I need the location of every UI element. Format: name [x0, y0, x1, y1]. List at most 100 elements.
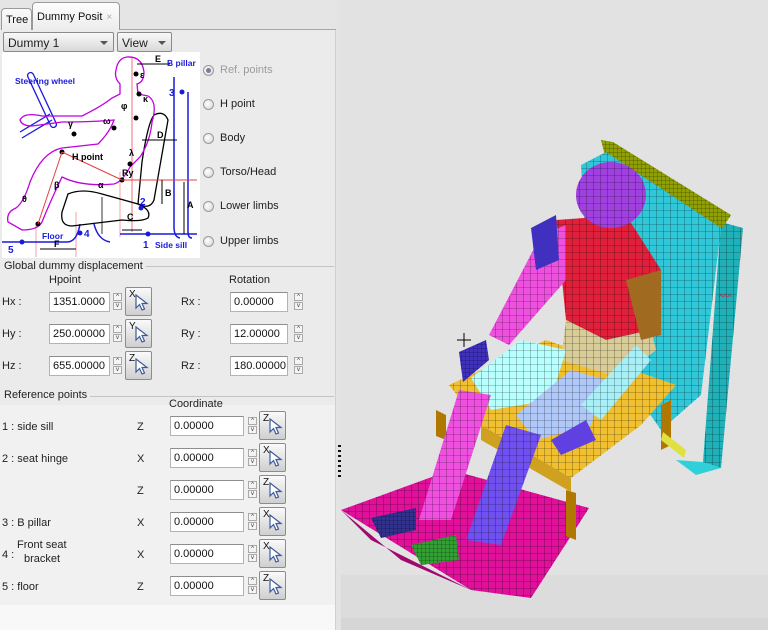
radio-body[interactable]: Body [203, 130, 245, 146]
pointer-icon [269, 546, 283, 563]
view-select[interactable]: View [117, 32, 172, 52]
spin-down-icon[interactable]: v [248, 490, 257, 498]
pick-hpoint-button[interactable]: Z [125, 351, 152, 380]
dummy-position-panel: Tree Dummy Posit × Dummy 1 View Steering… [0, 0, 336, 630]
radio-torso-head[interactable]: Torso/Head [203, 164, 276, 180]
tab-dummy-posit-label: Dummy Posit [37, 11, 103, 23]
tab-tree[interactable]: Tree [1, 8, 32, 30]
label-gamma: γ [68, 119, 73, 129]
label-b: B [165, 188, 172, 198]
pick-ref-point-button[interactable]: X [259, 443, 286, 472]
spinner[interactable]: ^ v [294, 325, 303, 343]
ref-coordinate-input[interactable]: 0.00000 [170, 416, 244, 436]
ref-coordinate-input[interactable]: 0.00000 [170, 576, 244, 596]
floor-pan-mesh [341, 470, 589, 598]
spinner[interactable]: ^ v [248, 577, 257, 595]
spin-down-icon[interactable]: v [294, 334, 303, 342]
rotation-input[interactable]: 180.00000 [230, 356, 288, 376]
spin-up-icon[interactable]: ^ [248, 449, 257, 457]
rotation-label: Rz : [181, 360, 201, 372]
spin-down-icon[interactable]: v [113, 334, 122, 342]
ref-coordinate-input[interactable]: 0.00000 [170, 544, 244, 564]
spin-down-icon[interactable]: v [248, 554, 257, 562]
dummy-select[interactable]: Dummy 1 [3, 32, 114, 52]
seat-cushion-shape [61, 190, 150, 227]
spin-up-icon[interactable]: ^ [294, 325, 303, 333]
radio-lower-limbs[interactable]: Lower limbs [203, 198, 279, 214]
pick-ref-point-button[interactable]: Z [259, 475, 286, 504]
pick-ref-point-button[interactable]: Z [259, 571, 286, 600]
spinner[interactable]: ^ v [248, 545, 257, 563]
spin-up-icon[interactable]: ^ [294, 357, 303, 365]
pointer-icon [135, 358, 149, 375]
spin-down-icon[interactable]: v [248, 522, 257, 530]
spin-down-icon[interactable]: v [248, 586, 257, 594]
spinner[interactable]: ^ v [248, 417, 257, 435]
ref-coordinate-input[interactable]: 0.00000 [170, 512, 244, 532]
spinner[interactable]: ^ v [294, 357, 303, 375]
spin-up-icon[interactable]: ^ [248, 545, 257, 553]
pick-hpoint-button[interactable]: X [125, 287, 152, 316]
hpoint-input[interactable]: 250.00000 [49, 324, 110, 344]
radio-upper-limbs[interactable]: Upper limbs [203, 233, 279, 249]
spin-down-icon[interactable]: v [113, 366, 122, 374]
spin-up-icon[interactable]: ^ [248, 513, 257, 521]
spinner[interactable]: ^ v [248, 449, 257, 467]
steering-column [21, 119, 53, 139]
tab-bar: Tree Dummy Posit × [0, 0, 336, 30]
tab-dummy-posit[interactable]: Dummy Posit × [32, 2, 120, 30]
hpoint-input[interactable]: 1351.0000 [49, 292, 110, 312]
spin-down-icon[interactable]: v [113, 302, 122, 310]
ref-point-1 [145, 231, 151, 237]
pick-ref-point-button[interactable]: X [259, 507, 286, 536]
label-2: 2 [140, 197, 146, 208]
ref-point-label: Front seat [17, 539, 67, 551]
3d-viewport[interactable]: ^^^ [341, 0, 768, 630]
rotation-input[interactable]: 0.00000 [230, 292, 288, 312]
spin-down-icon[interactable]: v [294, 302, 303, 310]
label-e: E [155, 54, 161, 64]
radio-h-point[interactable]: H point [203, 96, 255, 112]
rotation-input[interactable]: 12.00000 [230, 324, 288, 344]
radio-dot [203, 200, 214, 212]
radio-ref-points[interactable]: Ref. points [203, 62, 273, 78]
joint-neck [136, 91, 142, 97]
global-displacement-title: Global dummy displacement [4, 260, 146, 272]
hpoint-header: Hpoint [49, 274, 81, 286]
pointer-icon [135, 294, 149, 311]
radio-label: Body [220, 132, 246, 144]
radio-label: Upper limbs [220, 235, 279, 247]
spin-up-icon[interactable]: ^ [248, 481, 257, 489]
spinner[interactable]: ^ v [113, 357, 122, 375]
spin-up-icon[interactable]: ^ [248, 577, 257, 585]
spinner[interactable]: ^ v [248, 513, 257, 531]
pick-hpoint-button[interactable]: Y [125, 319, 152, 348]
spin-up-icon[interactable]: ^ [113, 357, 122, 365]
spinner[interactable]: ^ v [113, 293, 122, 311]
radio-dot [203, 98, 214, 110]
tab-tree-label: Tree [6, 14, 29, 26]
spin-down-icon[interactable]: v [294, 366, 303, 374]
spinner[interactable]: ^ v [248, 481, 257, 499]
b-pillar-inner-shape [187, 92, 193, 239]
ref-point-5 [19, 239, 25, 245]
radio-dot [203, 235, 214, 247]
spin-up-icon[interactable]: ^ [113, 293, 122, 301]
ref-coordinate-input[interactable]: 0.00000 [170, 480, 244, 500]
spin-up-icon[interactable]: ^ [113, 325, 122, 333]
pick-ref-point-button[interactable]: Z [259, 411, 286, 440]
spin-up-icon[interactable]: ^ [294, 293, 303, 301]
spin-up-icon[interactable]: ^ [248, 417, 257, 425]
spin-down-icon[interactable]: v [248, 426, 257, 434]
crosshair-cursor-icon [457, 333, 471, 347]
spinner[interactable]: ^ v [113, 325, 122, 343]
close-icon[interactable]: × [106, 12, 112, 23]
spin-down-icon[interactable]: v [248, 458, 257, 466]
pick-ref-point-button[interactable]: X [259, 539, 286, 568]
seat-back-shape [137, 112, 169, 207]
hpoint-input[interactable]: 655.00000 [49, 356, 110, 376]
ref-coordinate-input[interactable]: 0.00000 [170, 448, 244, 468]
spinner[interactable]: ^ v [294, 293, 303, 311]
label-3: 3 [169, 88, 175, 99]
radio-label: H point [220, 98, 255, 110]
